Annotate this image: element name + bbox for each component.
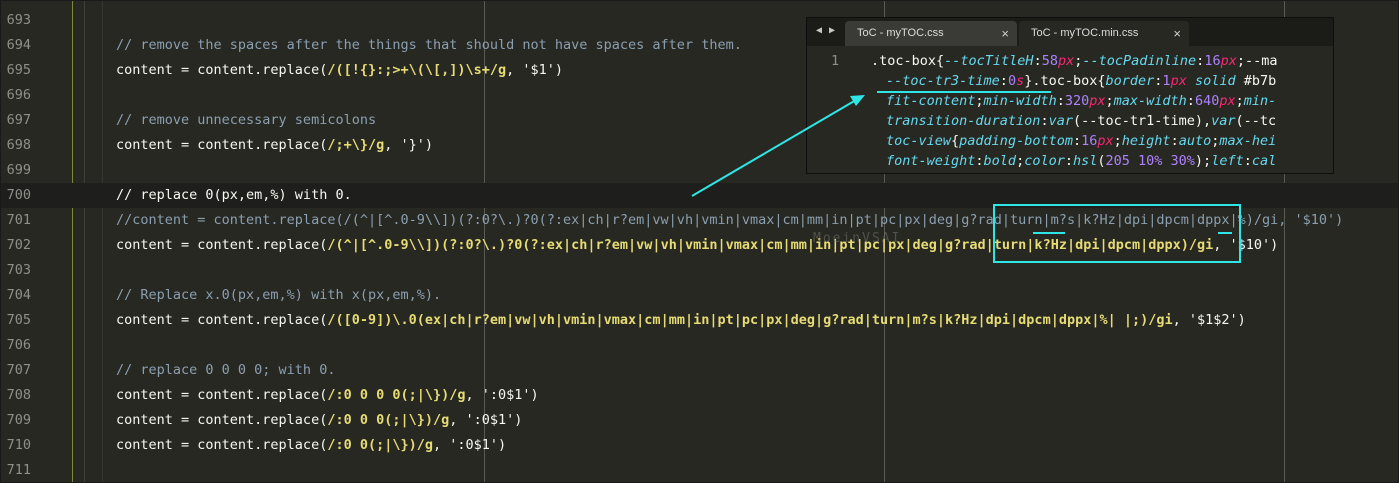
code-editor[interactable]: 693 694// remove the spaces after the thi… [0, 0, 1399, 483]
annotation-arrow [691, 95, 865, 197]
